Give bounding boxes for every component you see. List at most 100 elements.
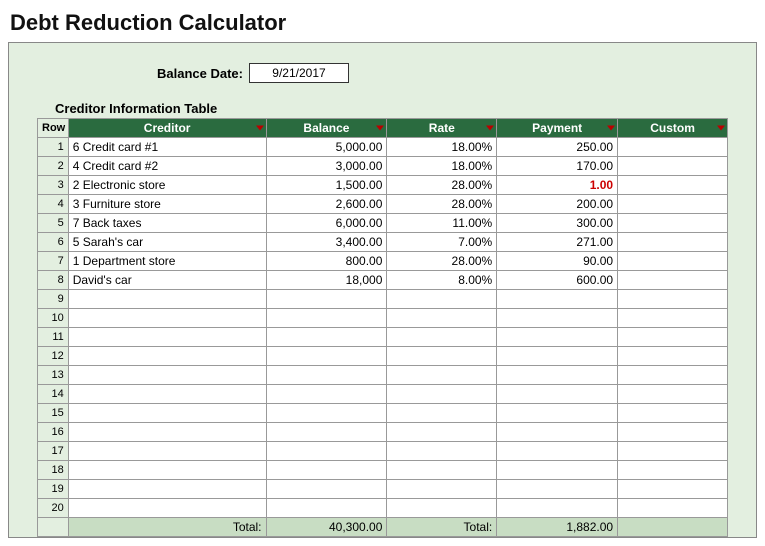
- cell-balance[interactable]: [266, 328, 387, 347]
- cell-custom[interactable]: [618, 442, 728, 461]
- cell-payment[interactable]: [497, 366, 618, 385]
- cell-custom[interactable]: [618, 480, 728, 499]
- cell-rate[interactable]: 28.00%: [387, 176, 497, 195]
- cell-creditor[interactable]: 2 Electronic store: [68, 176, 266, 195]
- cell-payment[interactable]: [497, 423, 618, 442]
- cell-payment[interactable]: [497, 442, 618, 461]
- cell-rate[interactable]: [387, 404, 497, 423]
- cell-custom[interactable]: [618, 157, 728, 176]
- cell-payment[interactable]: 170.00: [497, 157, 618, 176]
- cell-custom[interactable]: [618, 499, 728, 518]
- cell-balance[interactable]: [266, 423, 387, 442]
- cell-creditor[interactable]: [68, 366, 266, 385]
- cell-balance[interactable]: [266, 309, 387, 328]
- cell-payment[interactable]: 1.00: [497, 176, 618, 195]
- cell-custom[interactable]: [618, 385, 728, 404]
- cell-creditor[interactable]: [68, 385, 266, 404]
- cell-rate[interactable]: [387, 385, 497, 404]
- cell-custom[interactable]: [618, 252, 728, 271]
- cell-custom[interactable]: [618, 404, 728, 423]
- cell-creditor[interactable]: 7 Back taxes: [68, 214, 266, 233]
- cell-payment[interactable]: [497, 480, 618, 499]
- cell-creditor[interactable]: [68, 328, 266, 347]
- cell-payment[interactable]: [497, 309, 618, 328]
- cell-custom[interactable]: [618, 195, 728, 214]
- cell-custom[interactable]: [618, 461, 728, 480]
- cell-custom[interactable]: [618, 309, 728, 328]
- cell-creditor[interactable]: [68, 423, 266, 442]
- cell-payment[interactable]: [497, 385, 618, 404]
- cell-rate[interactable]: 7.00%: [387, 233, 497, 252]
- cell-payment[interactable]: 200.00: [497, 195, 618, 214]
- cell-payment[interactable]: 300.00: [497, 214, 618, 233]
- col-payment[interactable]: Payment: [497, 119, 618, 138]
- cell-balance[interactable]: 5,000.00: [266, 138, 387, 157]
- cell-rate[interactable]: 18.00%: [387, 157, 497, 176]
- cell-balance[interactable]: [266, 442, 387, 461]
- cell-payment[interactable]: [497, 290, 618, 309]
- balance-date-input[interactable]: [249, 63, 349, 83]
- cell-custom[interactable]: [618, 366, 728, 385]
- cell-rate[interactable]: [387, 347, 497, 366]
- cell-rate[interactable]: 18.00%: [387, 138, 497, 157]
- cell-rate[interactable]: [387, 461, 497, 480]
- cell-creditor[interactable]: 4 Credit card #2: [68, 157, 266, 176]
- cell-rate[interactable]: [387, 290, 497, 309]
- cell-custom[interactable]: [618, 347, 728, 366]
- cell-balance[interactable]: [266, 499, 387, 518]
- col-creditor[interactable]: Creditor: [68, 119, 266, 138]
- cell-creditor[interactable]: [68, 480, 266, 499]
- cell-rate[interactable]: [387, 328, 497, 347]
- cell-rate[interactable]: [387, 309, 497, 328]
- cell-custom[interactable]: [618, 214, 728, 233]
- cell-creditor[interactable]: 3 Furniture store: [68, 195, 266, 214]
- cell-payment[interactable]: [497, 461, 618, 480]
- cell-balance[interactable]: 800.00: [266, 252, 387, 271]
- cell-creditor[interactable]: 5 Sarah's car: [68, 233, 266, 252]
- col-rate[interactable]: Rate: [387, 119, 497, 138]
- cell-custom[interactable]: [618, 176, 728, 195]
- cell-rate[interactable]: [387, 442, 497, 461]
- cell-rate[interactable]: 28.00%: [387, 195, 497, 214]
- cell-balance[interactable]: 3,400.00: [266, 233, 387, 252]
- cell-rate[interactable]: [387, 480, 497, 499]
- cell-creditor[interactable]: 1 Department store: [68, 252, 266, 271]
- cell-custom[interactable]: [618, 328, 728, 347]
- cell-balance[interactable]: [266, 404, 387, 423]
- cell-balance[interactable]: [266, 366, 387, 385]
- col-custom[interactable]: Custom: [618, 119, 728, 138]
- col-balance[interactable]: Balance: [266, 119, 387, 138]
- cell-balance[interactable]: [266, 461, 387, 480]
- cell-payment[interactable]: [497, 328, 618, 347]
- cell-creditor[interactable]: [68, 309, 266, 328]
- cell-rate[interactable]: [387, 366, 497, 385]
- cell-payment[interactable]: 90.00: [497, 252, 618, 271]
- cell-custom[interactable]: [618, 290, 728, 309]
- cell-payment[interactable]: [497, 499, 618, 518]
- cell-balance[interactable]: [266, 385, 387, 404]
- cell-creditor[interactable]: [68, 404, 266, 423]
- cell-rate[interactable]: 28.00%: [387, 252, 497, 271]
- cell-rate[interactable]: 11.00%: [387, 214, 497, 233]
- cell-payment[interactable]: [497, 347, 618, 366]
- cell-custom[interactable]: [618, 233, 728, 252]
- cell-rate[interactable]: [387, 423, 497, 442]
- cell-creditor[interactable]: 6 Credit card #1: [68, 138, 266, 157]
- cell-rate[interactable]: [387, 499, 497, 518]
- cell-creditor[interactable]: [68, 442, 266, 461]
- cell-balance[interactable]: 3,000.00: [266, 157, 387, 176]
- cell-rate[interactable]: 8.00%: [387, 271, 497, 290]
- cell-custom[interactable]: [618, 423, 728, 442]
- cell-custom[interactable]: [618, 138, 728, 157]
- cell-balance[interactable]: 6,000.00: [266, 214, 387, 233]
- cell-balance[interactable]: [266, 480, 387, 499]
- cell-creditor[interactable]: David's car: [68, 271, 266, 290]
- cell-payment[interactable]: 250.00: [497, 138, 618, 157]
- cell-payment[interactable]: 271.00: [497, 233, 618, 252]
- cell-payment[interactable]: [497, 404, 618, 423]
- cell-creditor[interactable]: [68, 347, 266, 366]
- cell-balance[interactable]: [266, 347, 387, 366]
- cell-creditor[interactable]: [68, 461, 266, 480]
- cell-payment[interactable]: 600.00: [497, 271, 618, 290]
- cell-custom[interactable]: [618, 271, 728, 290]
